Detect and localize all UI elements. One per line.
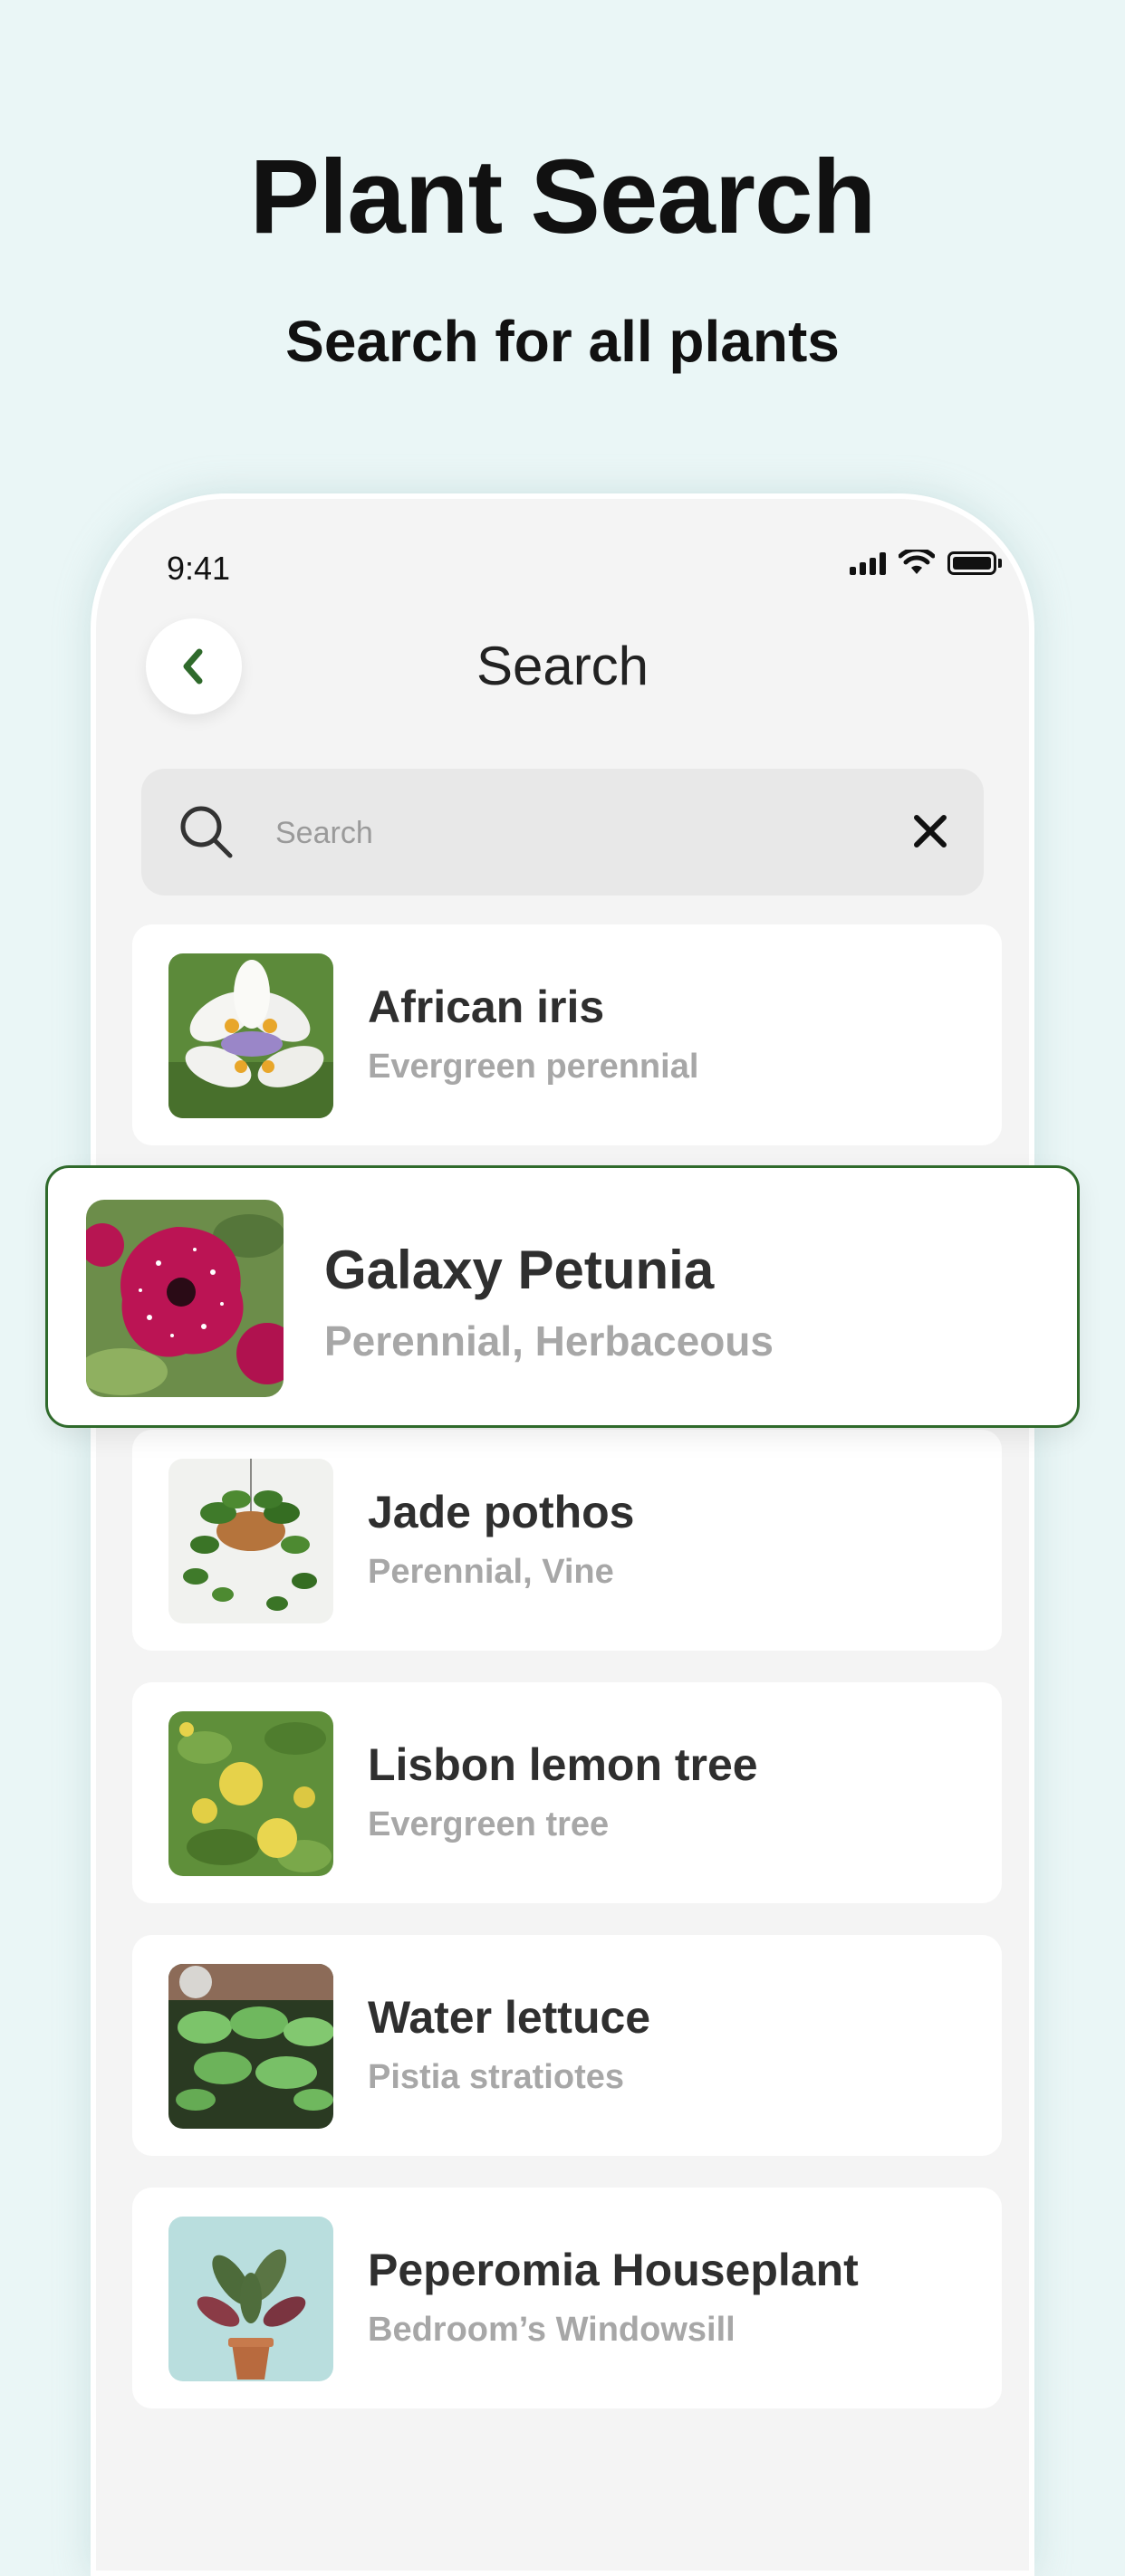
plant-type: Pistia stratiotes [368,2058,624,2096]
phone-frame: 9:41 Search Search African iris Evergree… [91,493,1034,2576]
plant-thumbnail [168,2217,333,2381]
plant-type: Evergreen perennial [368,1048,699,1086]
plant-name: African iris [368,982,605,1032]
hero-title: Plant Search [249,138,877,255]
page-title: Search [476,636,649,696]
plant-thumbnail [168,1459,333,1623]
plant-name: Galaxy Petunia [324,1240,715,1300]
plant-name: Peperomia Houseplant [368,2245,859,2295]
plant-type: Perennial, Herbaceous [324,1317,774,1365]
plant-name: Jade pothos [368,1487,635,1537]
plant-name: Water lettuce [368,1992,651,2043]
plant-card-jade-pothos[interactable]: Jade pothos Perennial, Vine [132,1430,1002,1651]
plant-type: Bedroom’s Windowsill [368,2311,736,2349]
wifi-icon [899,550,935,574]
plant-card-galaxy-petunia[interactable]: Galaxy Petunia Perennial, Herbaceous [45,1165,1080,1428]
plant-card-african-iris[interactable]: African iris Evergreen perennial [132,924,1002,1145]
status-icons [850,550,1002,577]
signal-icon [850,551,886,575]
plant-thumbnail [168,1964,333,2129]
plant-type: Evergreen tree [368,1805,610,1843]
plant-thumbnail [86,1200,284,1397]
plant-thumbnail [168,1711,333,1876]
plant-card-water-lettuce[interactable]: Water lettuce Pistia stratiotes [132,1935,1002,2156]
battery-icon [947,551,1002,575]
search-bar[interactable] [141,769,984,895]
plant-card-lisbon-lemon-tree[interactable]: Lisbon lemon tree Evergreen tree [132,1682,1002,1903]
search-input[interactable] [274,803,857,863]
plant-name: Lisbon lemon tree [368,1739,758,1790]
status-time: 9:41 [167,550,231,587]
search-icon [180,806,233,858]
close-icon[interactable] [909,810,951,852]
plant-card-peperomia-houseplant[interactable]: Peperomia Houseplant Bedroom’s Windowsil… [132,2188,1002,2408]
plant-thumbnail [168,953,333,1118]
plant-type: Perennial, Vine [368,1553,614,1591]
hero-subtitle: Search for all plants [285,309,840,374]
